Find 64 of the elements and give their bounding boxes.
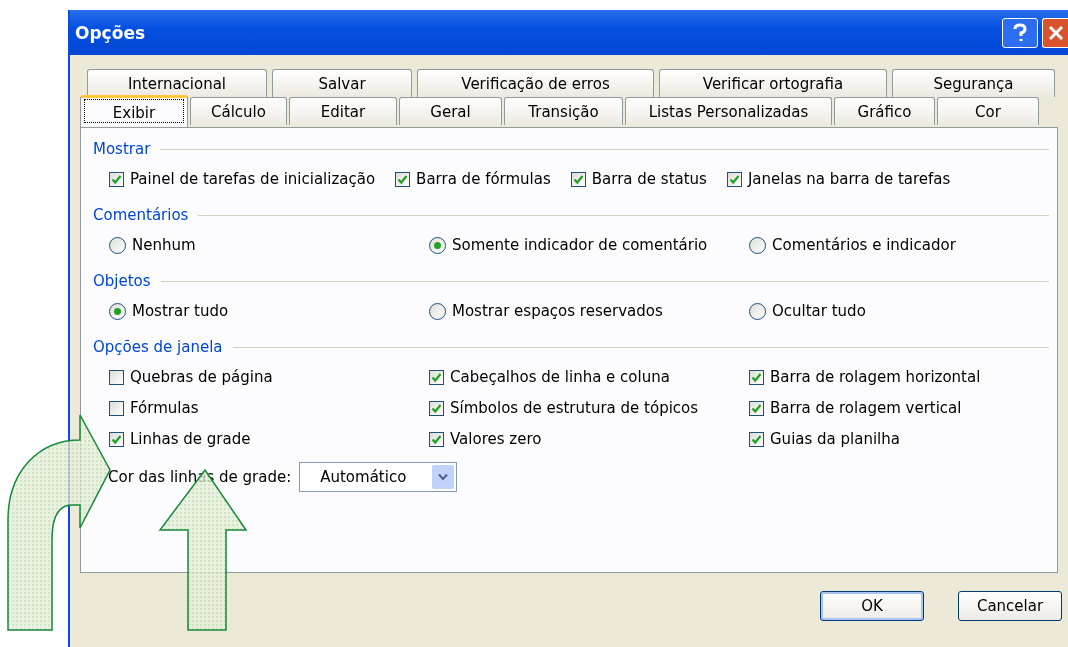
window-title: Opções — [75, 22, 146, 43]
tab[interactable]: Cor — [937, 97, 1039, 125]
close-button[interactable] — [1042, 17, 1068, 48]
checkbox[interactable] — [395, 171, 411, 187]
tab[interactable]: Verificação de erros — [417, 69, 654, 97]
checkbox-label[interactable]: Janelas na barra de tarefas — [747, 170, 951, 188]
radio-button[interactable] — [749, 236, 766, 254]
checkbox-label[interactable]: Guias da planilha — [770, 430, 900, 448]
close-icon — [1046, 23, 1065, 42]
checkbox-label[interactable]: Barra de rolagem horizontal — [770, 368, 981, 386]
chevron-down-icon — [438, 473, 449, 481]
radio-button[interactable] — [429, 302, 446, 320]
checkbox[interactable] — [429, 431, 444, 447]
tab[interactable]: Geral — [399, 97, 502, 125]
checkbox[interactable] — [109, 400, 124, 416]
checkbox-label[interactable]: Quebras de página — [130, 368, 273, 386]
checkbox[interactable] — [109, 369, 124, 385]
checkbox-label[interactable]: Valores zero — [450, 430, 542, 448]
tab[interactable]: Transição — [504, 97, 623, 125]
radio-label[interactable]: Mostrar tudo — [132, 302, 229, 320]
cancel-button[interactable]: Cancelar — [958, 591, 1062, 621]
tab[interactable]: Segurança — [892, 69, 1055, 97]
tab[interactable]: Editar — [289, 97, 397, 125]
radio-button[interactable] — [109, 236, 126, 254]
section-title: Mostrar — [93, 140, 151, 158]
checkbox[interactable] — [570, 171, 586, 187]
checkbox[interactable] — [726, 171, 742, 187]
radio-button[interactable] — [429, 236, 446, 254]
help-button[interactable] — [1002, 17, 1038, 48]
tab[interactable]: Listas Personalizadas — [625, 97, 832, 125]
checkbox-label[interactable]: Barra de fórmulas — [416, 170, 551, 188]
radio-button[interactable] — [109, 302, 126, 320]
tab[interactable]: Salvar — [272, 69, 412, 97]
radio-button[interactable] — [749, 302, 766, 320]
tab[interactable]: Cálculo — [190, 97, 287, 125]
color-dropdown[interactable]: Automático — [299, 462, 458, 492]
ok-button[interactable]: OK — [820, 591, 924, 621]
checkbox-label[interactable]: Painel de tarefas de inicialização — [130, 170, 376, 188]
checkbox-label[interactable]: Símbolos de estrutura de tópicos — [450, 399, 699, 417]
checkbox[interactable] — [749, 369, 764, 385]
checkbox[interactable] — [429, 369, 444, 385]
radio-label[interactable]: Ocultar tudo — [772, 302, 866, 320]
tab[interactable]: Internacional — [87, 69, 267, 97]
checkbox[interactable] — [749, 400, 764, 416]
help-icon — [1011, 22, 1029, 43]
radio-label[interactable]: Nenhum — [132, 236, 196, 254]
tab[interactable]: Verificar ortografia — [659, 69, 887, 97]
tab[interactable]: Exibir — [80, 95, 188, 127]
radio-label[interactable]: Somente indicador de comentário — [452, 236, 708, 254]
checkbox[interactable] — [109, 431, 124, 447]
section-title: Objetos — [93, 272, 151, 290]
checkbox[interactable] — [109, 171, 124, 187]
radio-label[interactable]: Mostrar espaços reservados — [452, 302, 663, 320]
tab[interactable]: Gráfico — [834, 97, 935, 125]
section-title: Comentários — [93, 206, 189, 224]
checkbox-label[interactable]: Barra de rolagem vertical — [770, 399, 962, 417]
radio-label[interactable]: Comentários e indicador — [772, 236, 956, 254]
section-title: Opções de janela — [93, 338, 223, 356]
checkbox-label[interactable]: Fórmulas — [130, 399, 199, 417]
checkbox[interactable] — [749, 431, 764, 447]
checkbox[interactable] — [429, 400, 444, 416]
checkbox-label[interactable]: Linhas de grade — [130, 430, 251, 448]
checkbox-label[interactable]: Barra de status — [591, 170, 707, 188]
checkbox-label[interactable]: Cabeçalhos de linha e coluna — [450, 368, 670, 386]
